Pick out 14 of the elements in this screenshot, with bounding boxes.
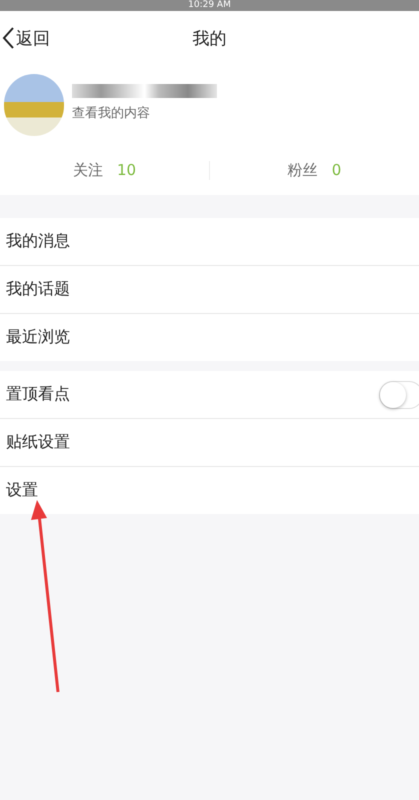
stat-label[interactable]: 粉丝 [288, 160, 318, 180]
chevron-left-icon [2, 27, 14, 49]
menu-item[interactable]: 我的消息 [6, 231, 70, 252]
menu-item[interactable]: 贴纸设置 [6, 432, 70, 453]
toggle-switch[interactable] [379, 380, 419, 408]
menu-item[interactable]: 最近浏览 [6, 327, 70, 348]
page-title: 我的 [192, 28, 226, 50]
status-time: 10:29 AM [188, 0, 231, 11]
menu-item[interactable]: 我的话题 [6, 279, 70, 300]
stat-label[interactable]: 关注 [72, 160, 103, 180]
menu-item[interactable]: 设置 [6, 480, 38, 501]
back-button[interactable]: 返回 [0, 26, 56, 50]
menu-item[interactable]: 置顶看点 [6, 384, 70, 405]
view-content-link[interactable]: 查看我的内容 [72, 104, 217, 122]
